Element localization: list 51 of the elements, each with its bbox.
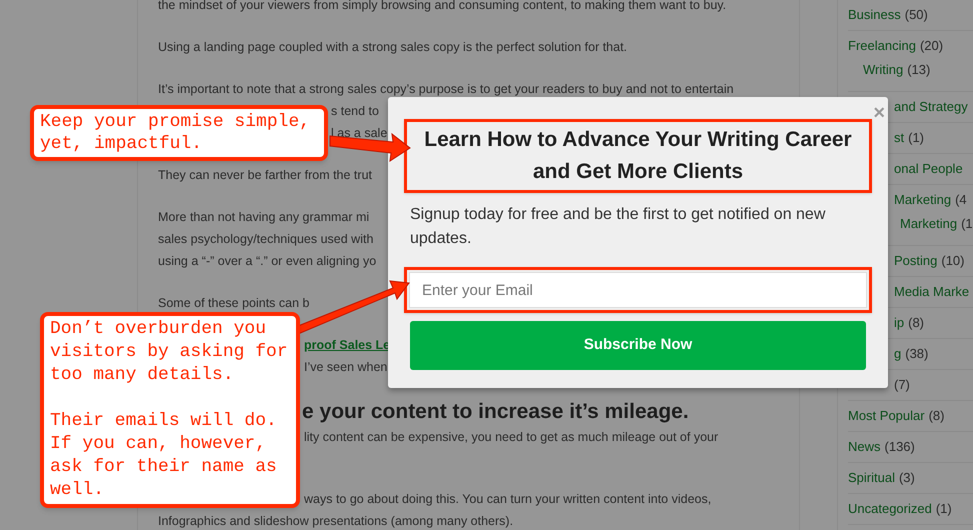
category-link[interactable]: Marketing	[900, 214, 958, 234]
popup-title: Learn How to Advance Your Writing Career and Get More Clients	[423, 127, 853, 185]
category-link[interactable]: ip	[894, 313, 904, 333]
body-text: ways to go about doing this. You can turn your written content into videos,	[304, 490, 712, 508]
body-text: lity content can be expensive, you need to get as much mileage out of your	[304, 428, 718, 446]
category-link[interactable]: and Strategy	[894, 97, 968, 117]
category-link[interactable]: st	[894, 128, 904, 148]
category-link[interactable]: Media Marke	[894, 282, 970, 302]
category-count: (50)	[904, 6, 928, 24]
category-count: (10)	[941, 252, 964, 270]
category-link[interactable]: Posting	[894, 251, 938, 271]
category-link[interactable]: Freelancing	[848, 36, 916, 56]
body-text: using a “-” over a “.” or even aligning yo	[158, 252, 376, 270]
body-text: Infographics and slideshow presentations (among many others).	[158, 512, 514, 530]
body-text: I’ve seen when	[304, 358, 388, 376]
body-text: More than not having any grammar mi	[158, 208, 370, 226]
callout-text: Don’t overburden you visitors by asking for too many details.	[50, 318, 289, 387]
category-count: (38)	[905, 345, 928, 364]
email-field[interactable]: Enter your Email	[409, 272, 867, 308]
category-link[interactable]: Marketing	[894, 190, 952, 210]
category-count: (20)	[920, 37, 944, 56]
body-text: Using a landing page coupled with a strong sales copy is the perfect solution for that.	[158, 38, 628, 56]
category-count: (1)	[908, 129, 924, 148]
category-count: (8)	[908, 314, 924, 332]
category-link[interactable]: Uncategorized	[848, 499, 932, 519]
category-link[interactable]: Business	[848, 5, 901, 25]
category-link[interactable]: onal People	[894, 159, 963, 179]
category-link[interactable]: g	[894, 344, 902, 364]
category-link[interactable]: Writing	[863, 60, 904, 80]
category-count: (7)	[894, 376, 910, 394]
category-link[interactable]: Spiritual	[848, 468, 895, 488]
callout-text: Their emails will do. If you can, however, ask for their name as well.	[50, 410, 278, 502]
popup-subtitle: Signup today for free and be the first to get notified on new updates.	[410, 205, 826, 249]
body-text: Some of these points can b	[158, 294, 310, 312]
body-text: They can never be farther from the trut	[158, 166, 372, 184]
body-text: s tend to	[331, 102, 379, 120]
category-count: (8)	[928, 407, 944, 426]
section-heading: e your content to increase it’s mileage.	[302, 399, 689, 426]
callout-text: Keep your promise simple, yet, impactful.	[40, 111, 312, 155]
category-count: (1	[961, 215, 973, 234]
category-link[interactable]: Most Popular	[848, 406, 925, 426]
body-text: It’s important to note that a strong sales copy’s purpose is to get your readers to buy and not to entertain	[158, 80, 734, 98]
subscribe-button[interactable]: Subscribe Now	[410, 321, 866, 370]
category-count: (136)	[884, 438, 915, 456]
category-count: (1)	[936, 500, 952, 518]
body-text: sales psychology/techniques used with	[158, 230, 374, 248]
category-count: (13)	[907, 61, 930, 80]
category-link[interactable]: News	[848, 437, 881, 457]
category-count: (3)	[898, 469, 915, 488]
category-count: (4	[955, 191, 967, 210]
close-button[interactable]: ×	[873, 103, 885, 123]
